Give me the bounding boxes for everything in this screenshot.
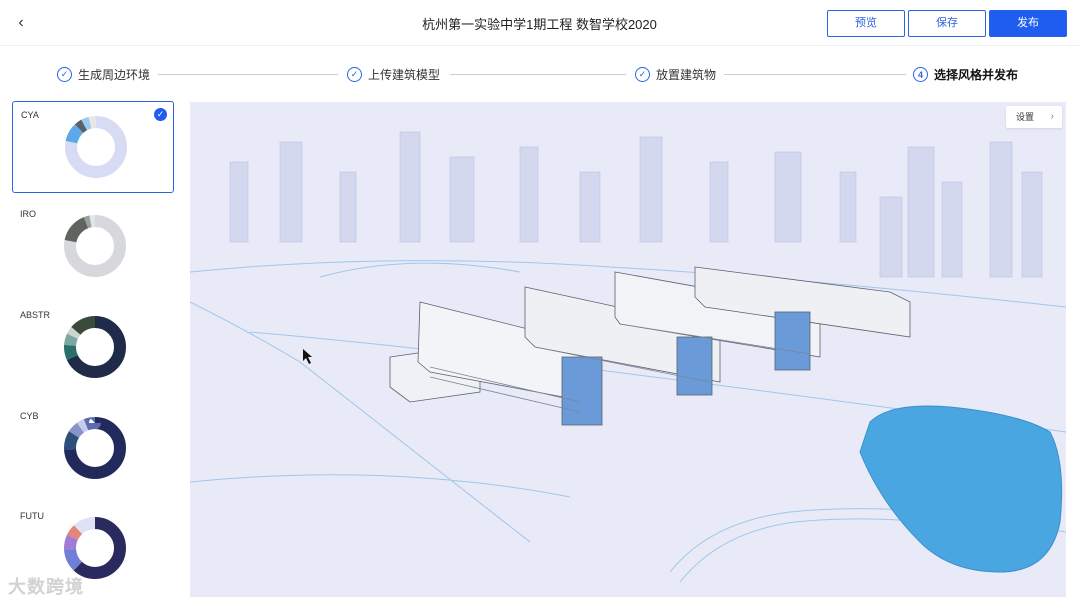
step-connector xyxy=(724,74,906,75)
step-label: 生成周边环境 xyxy=(78,68,151,82)
style-name: CYB xyxy=(20,411,39,421)
3d-scene-viewport[interactable]: 设置 › xyxy=(190,102,1066,597)
city-scene xyxy=(190,102,1066,597)
style-name: ABSTR xyxy=(20,310,51,320)
style-card-cyb[interactable]: CYB xyxy=(12,403,174,495)
settings-button[interactable]: 设置 › xyxy=(1006,106,1062,128)
step-connector xyxy=(450,74,626,75)
style-card-iro[interactable]: IRO xyxy=(12,201,174,293)
check-circle-icon: ✓ xyxy=(57,67,72,82)
settings-label: 设置 xyxy=(1016,112,1035,122)
step-label: 放置建筑物 xyxy=(656,68,717,82)
check-icon: ✓ xyxy=(154,108,167,121)
style-name: IRO xyxy=(20,209,37,219)
style-donut-chart xyxy=(64,517,126,579)
number-circle-icon: 4 xyxy=(913,67,928,82)
check-circle-icon: ✓ xyxy=(347,67,362,82)
step-2[interactable]: ✓ 上传建筑模型 xyxy=(347,66,440,83)
save-button[interactable]: 保存 xyxy=(908,10,986,37)
style-card-cya[interactable]: CYA ✓ xyxy=(12,101,174,193)
step-connector xyxy=(158,74,338,75)
step-progress: ✓ 生成周边环境 ✓ 上传建筑模型 ✓ 放置建筑物 4 选择风格并发布 xyxy=(0,58,1079,90)
top-bar: ‹ 杭州第一实验中学1期工程 数智学校2020 预览 保存 发布 xyxy=(0,0,1079,46)
style-donut-chart xyxy=(64,316,126,378)
chevron-right-icon: › xyxy=(1050,111,1054,122)
preview-button[interactable]: 预览 xyxy=(827,10,905,37)
step-4[interactable]: 4 选择风格并发布 xyxy=(913,66,1018,83)
style-name: FUTU xyxy=(20,511,44,521)
style-donut-chart xyxy=(64,417,126,479)
style-card-abstr[interactable]: ABSTR xyxy=(12,302,174,394)
style-donut-chart xyxy=(64,215,126,277)
step-label: 选择风格并发布 xyxy=(934,68,1019,82)
step-label: 上传建筑模型 xyxy=(368,68,441,82)
watermark: 大数跨境 xyxy=(8,577,84,597)
step-1[interactable]: ✓ 生成周边环境 xyxy=(57,66,150,83)
style-donut-chart xyxy=(65,116,127,178)
step-3[interactable]: ✓ 放置建筑物 xyxy=(635,66,716,83)
check-circle-icon: ✓ xyxy=(635,67,650,82)
publish-button[interactable]: 发布 xyxy=(989,10,1067,37)
style-name: CYA xyxy=(21,110,39,120)
style-list: CYA ✓ IRO ABSTR CYB FUTU xyxy=(12,101,176,601)
